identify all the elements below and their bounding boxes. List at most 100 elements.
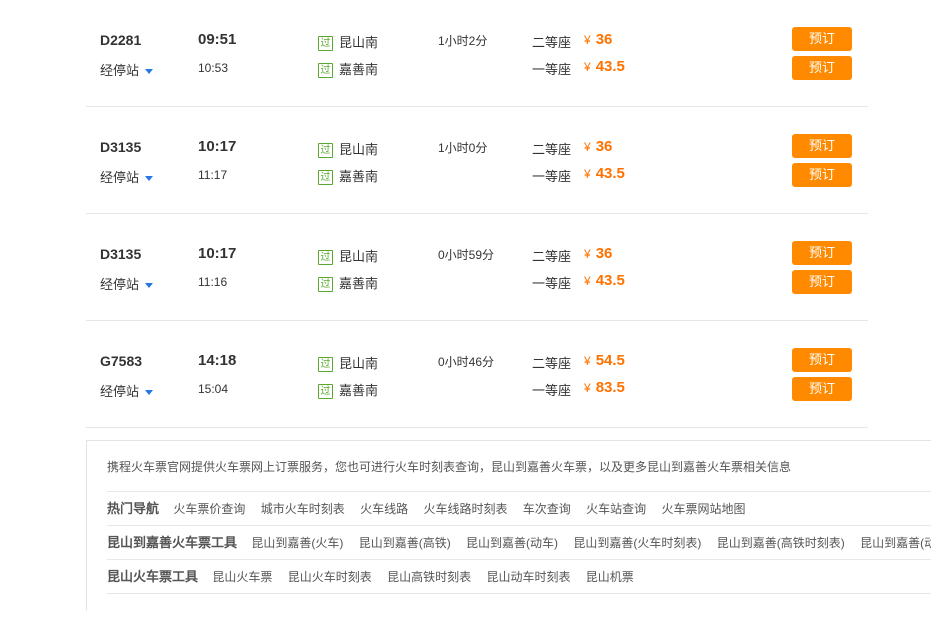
hot-nav-link[interactable]: 火车线路时刻表 <box>423 502 507 516</box>
price-second-class: ¥36 <box>584 138 612 155</box>
route-tools-title: 昆山到嘉善火车票工具 <box>107 535 238 550</box>
price-first-class: ¥43.5 <box>584 58 625 75</box>
travel-duration: 0小时46分 <box>438 355 495 369</box>
station-name: 昆山南 <box>339 142 379 157</box>
departure-station: 过昆山南 <box>318 32 378 51</box>
route-tool-link[interactable]: 昆山到嘉善(高铁时刻表) <box>717 536 845 550</box>
pass-through-badge: 过 <box>318 36 333 51</box>
stops-dropdown[interactable]: 经停站 <box>100 60 154 79</box>
price-first-class: ¥43.5 <box>584 272 625 289</box>
book-button[interactable]: 预订 <box>792 27 852 51</box>
hot-nav-link[interactable]: 火车票网站地图 <box>662 502 746 516</box>
route-tools-row: 昆山到嘉善火车票工具 昆山到嘉善(火车) 昆山到嘉善(高铁) 昆山到嘉善(动车)… <box>107 525 931 560</box>
price-value: 43.5 <box>595 272 625 289</box>
next-section-divider <box>107 593 931 628</box>
departure-station: 过昆山南 <box>318 246 378 265</box>
kunshan-tool-link[interactable]: 昆山火车时刻表 <box>288 570 372 584</box>
stops-dropdown[interactable]: 经停站 <box>100 167 154 186</box>
stops-label: 经停站 <box>100 63 140 78</box>
caret-down-icon <box>145 69 154 75</box>
kunshan-tool-link[interactable]: 昆山机票 <box>586 570 634 584</box>
price-second-class: ¥54.5 <box>584 352 625 369</box>
kunshan-tool-link[interactable]: 昆山火车票 <box>212 570 272 584</box>
price-value: 43.5 <box>595 165 625 182</box>
price-value: 83.5 <box>595 379 625 396</box>
kunshan-tool-link[interactable]: 昆山高铁时刻表 <box>387 570 471 584</box>
station-name: 嘉善南 <box>339 62 379 77</box>
book-button[interactable]: 预订 <box>792 377 852 401</box>
station-name: 嘉善南 <box>339 383 379 398</box>
price-value: 54.5 <box>595 352 625 369</box>
pass-through-badge: 过 <box>318 63 333 78</box>
seat-class-second: 二等座 <box>532 35 572 50</box>
stops-label: 经停站 <box>100 277 140 292</box>
seat-class-first: 一等座 <box>532 276 572 291</box>
train-number[interactable]: G7583 <box>100 353 142 369</box>
departure-time: 10:17 <box>198 138 237 155</box>
price-second-class: ¥36 <box>584 245 612 262</box>
departure-station: 过昆山南 <box>318 353 378 372</box>
book-button[interactable]: 预订 <box>792 134 852 158</box>
price-first-class: ¥83.5 <box>584 379 625 396</box>
train-number[interactable]: D3135 <box>100 246 141 262</box>
book-button[interactable]: 预订 <box>792 270 852 294</box>
arrival-time: 11:17 <box>198 168 228 182</box>
book-button[interactable]: 预订 <box>792 348 852 372</box>
train-row: D2281 经停站 09:51 10:53 过昆山南 过嘉善南 1小时2分 二等… <box>86 0 868 107</box>
stops-dropdown[interactable]: 经停站 <box>100 274 154 293</box>
currency-symbol: ¥ <box>584 354 591 368</box>
kunshan-tool-link[interactable]: 昆山动车时刻表 <box>486 570 570 584</box>
train-list: D2281 经停站 09:51 10:53 过昆山南 过嘉善南 1小时2分 二等… <box>86 0 868 428</box>
travel-duration: 1小时0分 <box>438 141 488 155</box>
arrival-station: 过嘉善南 <box>318 166 378 185</box>
train-row: G7583 经停站 14:18 15:04 过昆山南 过嘉善南 0小时46分 二… <box>86 321 868 428</box>
hot-nav-link[interactable]: 火车站查询 <box>586 502 646 516</box>
currency-symbol: ¥ <box>584 247 591 261</box>
kunshan-tools-row: 昆山火车票工具 昆山火车票 昆山火车时刻表 昆山高铁时刻表 昆山动车时刻表 昆山… <box>107 559 931 594</box>
route-tool-link[interactable]: 昆山到嘉善(动车) <box>466 536 558 550</box>
hot-nav-row: 热门导航 火车票价查询 城市火车时刻表 火车线路 火车线路时刻表 车次查询 火车… <box>107 491 931 526</box>
hot-nav-link[interactable]: 城市火车时刻表 <box>261 502 345 516</box>
arrival-time: 11:16 <box>198 275 228 289</box>
currency-symbol: ¥ <box>584 33 591 47</box>
pass-through-badge: 过 <box>318 143 333 158</box>
caret-down-icon <box>145 390 154 396</box>
departure-time: 14:18 <box>198 352 237 369</box>
route-tool-link[interactable]: 昆山到嘉善(动车时 <box>860 536 931 550</box>
arrival-station: 过嘉善南 <box>318 380 378 399</box>
currency-symbol: ¥ <box>584 381 591 395</box>
travel-duration: 1小时2分 <box>438 34 488 48</box>
route-tool-link[interactable]: 昆山到嘉善(高铁) <box>359 536 451 550</box>
route-tool-link[interactable]: 昆山到嘉善(火车时刻表) <box>573 536 701 550</box>
pass-through-badge: 过 <box>318 384 333 399</box>
currency-symbol: ¥ <box>584 167 591 181</box>
stops-label: 经停站 <box>100 384 140 399</box>
train-number[interactable]: D2281 <box>100 32 141 48</box>
currency-symbol: ¥ <box>584 60 591 74</box>
station-name: 昆山南 <box>339 249 379 264</box>
book-button[interactable]: 预订 <box>792 56 852 80</box>
pass-through-badge: 过 <box>318 250 333 265</box>
travel-duration: 0小时59分 <box>438 248 495 262</box>
intro-text: 携程火车票官网提供火车票网上订票服务，您也可进行火车时刻表查询，昆山到嘉善火车票… <box>107 460 792 474</box>
kunshan-tools-title: 昆山火车票工具 <box>107 569 199 584</box>
hot-nav-link[interactable]: 火车票价查询 <box>173 502 245 516</box>
train-number[interactable]: D3135 <box>100 139 141 155</box>
pass-through-badge: 过 <box>318 357 333 372</box>
pass-through-badge: 过 <box>318 170 333 185</box>
seat-class-second: 二等座 <box>532 142 572 157</box>
price-value: 36 <box>595 138 613 155</box>
arrival-time: 10:53 <box>198 61 229 75</box>
price-first-class: ¥43.5 <box>584 165 625 182</box>
station-name: 昆山南 <box>339 356 379 371</box>
seat-class-first: 一等座 <box>532 62 572 77</box>
route-tool-link[interactable]: 昆山到嘉善(火车) <box>251 536 343 550</box>
stops-dropdown[interactable]: 经停站 <box>100 381 154 400</box>
departure-time: 10:17 <box>198 245 237 262</box>
hot-nav-link[interactable]: 车次查询 <box>523 502 571 516</box>
seo-info-box: 携程火车票官网提供火车票网上订票服务，您也可进行火车时刻表查询，昆山到嘉善火车票… <box>86 440 931 610</box>
book-button[interactable]: 预订 <box>792 241 852 265</box>
station-name: 嘉善南 <box>339 276 379 291</box>
hot-nav-link[interactable]: 火车线路 <box>360 502 408 516</box>
book-button[interactable]: 预订 <box>792 163 852 187</box>
